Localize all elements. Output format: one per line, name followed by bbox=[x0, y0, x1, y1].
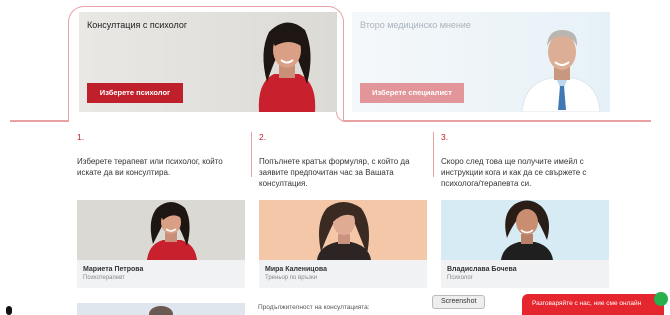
doctor-photo bbox=[521, 30, 601, 112]
choose-specialist-button[interactable]: Изберете специалист bbox=[360, 83, 464, 103]
specialist-photo bbox=[259, 200, 427, 260]
step-text: Попълнете кратък формуляр, с който да за… bbox=[259, 157, 410, 188]
choose-psychologist-button[interactable]: Изберете психолог bbox=[87, 83, 183, 103]
specialist-role: Психотерапевт bbox=[83, 275, 125, 281]
chat-label: Разговаряйте с нас, ние сме онлайн bbox=[532, 300, 642, 307]
tab-psychologist-consultation[interactable]: Консултация с психолог Изберете психолог bbox=[79, 12, 337, 112]
specialist-role: Треньор по връзки bbox=[265, 275, 318, 281]
live-chat-button[interactable]: Разговаряйте с нас, ние сме онлайн bbox=[522, 292, 668, 315]
tab-title: Второ медицинско мнение bbox=[360, 20, 471, 30]
specialist-photo bbox=[77, 200, 245, 260]
specialist-name: Мариета Петрова bbox=[83, 266, 144, 273]
step-divider bbox=[433, 132, 434, 177]
step-text: Изберете терапевт или психолог, който ис… bbox=[77, 157, 223, 177]
specialist-card-mira-kalenitsova[interactable]: Мира Каленицова Треньор по връзки bbox=[259, 200, 427, 288]
psychologist-photo bbox=[258, 22, 316, 112]
duration-label: Продължителност на консултацията: bbox=[258, 304, 370, 311]
tab-second-medical-opinion[interactable]: Второ медицинско мнение Изберете специал… bbox=[352, 12, 610, 112]
online-status-icon bbox=[654, 292, 668, 306]
step-number: 1. bbox=[77, 132, 85, 142]
step-number: 2. bbox=[259, 132, 267, 142]
specialist-name: Мира Каленицова bbox=[265, 266, 327, 273]
consultation-tabs: Консултация с психолог Изберете психолог… bbox=[0, 0, 670, 122]
tab-underline-left bbox=[10, 120, 70, 122]
step-3: 3. Скоро след това ще получите имейл с и… bbox=[441, 132, 611, 189]
tab-underline-right bbox=[343, 120, 651, 122]
step-2: 2. Попълнете кратък формуляр, с който да… bbox=[259, 132, 429, 189]
specialist-role: Психолог bbox=[447, 275, 473, 281]
specialist-card-marieta-petrova[interactable]: Мариета Петрова Психотерапевт bbox=[77, 200, 245, 288]
specialist-photo bbox=[441, 200, 609, 260]
step-1: 1. Изберете терапевт или психолог, който… bbox=[77, 132, 247, 178]
cursor-icon bbox=[6, 306, 12, 315]
step-number: 3. bbox=[441, 132, 449, 142]
specialist-name: Владислава Бочева bbox=[447, 266, 517, 273]
specialist-photo bbox=[149, 306, 173, 315]
specialist-card-partial[interactable] bbox=[77, 303, 245, 315]
tab-title: Консултация с психолог bbox=[87, 20, 188, 30]
screenshot-tooltip: Screenshot bbox=[432, 295, 486, 309]
specialist-card-vladislava-bocheva[interactable]: Владислава Бочева Психолог bbox=[441, 200, 609, 288]
step-divider bbox=[251, 132, 252, 177]
step-text: Скоро след това ще получите имейл с инст… bbox=[441, 157, 587, 188]
